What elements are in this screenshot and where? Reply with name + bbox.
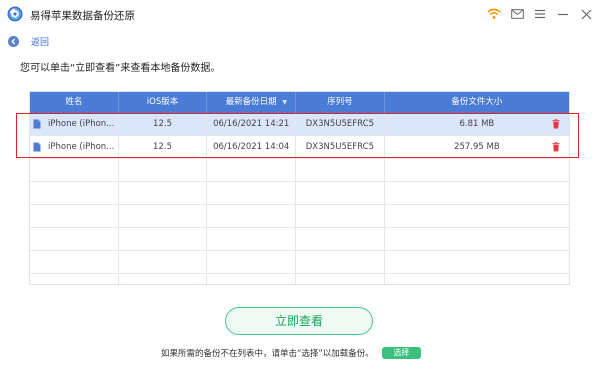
window-controls — [486, 5, 594, 23]
cell-name: iPhone (iPhon... — [30, 113, 119, 135]
empty-cell — [30, 205, 119, 227]
empty-row — [30, 205, 569, 228]
column-header-serial[interactable]: 序列号 — [296, 92, 385, 113]
table-header: 姓名 iOS版本 最新备份日期 ▼ 序列号 备份文件大小 — [30, 92, 569, 113]
menu-icon[interactable] — [532, 6, 548, 22]
cell-size: 257.95 MB — [385, 136, 569, 158]
sort-indicator-icon: ▼ — [282, 99, 288, 106]
empty-row — [30, 251, 569, 274]
hint-row: 如果所需的备份不在列表中，请单击“选择”以加载备份。 选择 — [161, 347, 421, 359]
empty-cell — [119, 205, 208, 227]
app-logo-icon — [7, 6, 23, 22]
cell-serial: DX3N5U5EFRC5 — [296, 136, 385, 158]
empty-cell — [30, 159, 119, 181]
app-title: 易得苹果数据备份还原 — [30, 10, 135, 22]
empty-row — [30, 159, 569, 182]
empty-cell — [296, 182, 385, 204]
backup-table: 姓名 iOS版本 最新备份日期 ▼ 序列号 备份文件大小 iPhone (iPh… — [29, 91, 570, 285]
empty-cell — [385, 182, 569, 204]
table-row[interactable]: iPhone (iPhon... 12.5 06/16/2021 14:21 D… — [30, 113, 569, 136]
empty-cell — [296, 228, 385, 250]
empty-cell — [207, 159, 297, 181]
empty-cell — [30, 182, 119, 204]
column-header-name[interactable]: 姓名 — [30, 92, 119, 113]
cell-date: 06/16/2021 14:04 — [207, 136, 297, 158]
empty-cell — [296, 205, 385, 227]
hint-text: 如果所需的备份不在列表中，请单击“选择”以加载备份。 — [161, 349, 374, 359]
empty-cell — [119, 274, 208, 284]
empty-cell — [119, 251, 208, 273]
empty-cell — [385, 251, 569, 273]
empty-cell — [296, 159, 385, 181]
mail-icon[interactable] — [509, 6, 525, 22]
trash-icon[interactable] — [552, 142, 560, 152]
back-link[interactable]: 返回 — [8, 34, 49, 48]
empty-cell — [207, 274, 297, 284]
empty-cell — [385, 205, 569, 227]
empty-cell — [30, 251, 119, 273]
cell-size: 6.81 MB — [385, 113, 569, 135]
trash-icon[interactable] — [552, 119, 560, 129]
empty-cell — [207, 205, 297, 227]
empty-row — [30, 274, 569, 284]
cell-date: 06/16/2021 14:21 — [207, 113, 297, 135]
file-icon — [33, 119, 41, 129]
chevron-left-icon — [8, 35, 19, 47]
minimize-icon[interactable] — [555, 6, 571, 22]
empty-cell — [207, 182, 297, 204]
cell-ios: 12.5 — [119, 136, 208, 158]
back-label[interactable]: 返回 — [31, 35, 49, 48]
empty-cell — [296, 251, 385, 273]
column-header-ios[interactable]: iOS版本 — [119, 92, 208, 113]
empty-cell — [385, 159, 569, 181]
empty-cell — [30, 228, 119, 250]
file-icon — [33, 142, 41, 152]
column-header-date[interactable]: 最新备份日期 ▼ — [207, 92, 297, 113]
empty-row — [30, 228, 569, 251]
empty-cell — [385, 274, 569, 284]
empty-row — [30, 182, 569, 205]
empty-cell — [119, 228, 208, 250]
cell-size-text: 257.95 MB — [454, 142, 500, 152]
select-button[interactable]: 选择 — [381, 347, 421, 359]
cell-serial: DX3N5U5EFRC5 — [296, 113, 385, 135]
empty-cell — [385, 228, 569, 250]
wifi-icon[interactable] — [486, 6, 502, 22]
empty-cell — [30, 274, 119, 284]
column-header-size[interactable]: 备份文件大小 — [385, 92, 569, 113]
cell-name: iPhone (iPhon... — [30, 136, 119, 158]
cell-name-text: iPhone (iPhon... — [48, 142, 115, 152]
view-now-button[interactable]: 立即查看 — [225, 307, 373, 335]
column-header-date-label: 最新备份日期 — [225, 97, 277, 107]
table-row[interactable]: iPhone (iPhon... 12.5 06/16/2021 14:04 D… — [30, 136, 569, 159]
title-bar: 易得苹果数据备份还原 — [0, 0, 600, 30]
cell-name-text: iPhone (iPhon... — [48, 119, 115, 129]
instruction-text: 您可以单击“立即查看”来查看本地备份数据。 — [20, 63, 221, 74]
close-icon[interactable] — [578, 6, 594, 22]
empty-cell — [207, 228, 297, 250]
empty-cell — [207, 251, 297, 273]
cell-ios: 12.5 — [119, 113, 208, 135]
cell-size-text: 6.81 MB — [459, 119, 495, 129]
empty-cell — [296, 274, 385, 284]
empty-cell — [119, 159, 208, 181]
empty-cell — [119, 182, 208, 204]
